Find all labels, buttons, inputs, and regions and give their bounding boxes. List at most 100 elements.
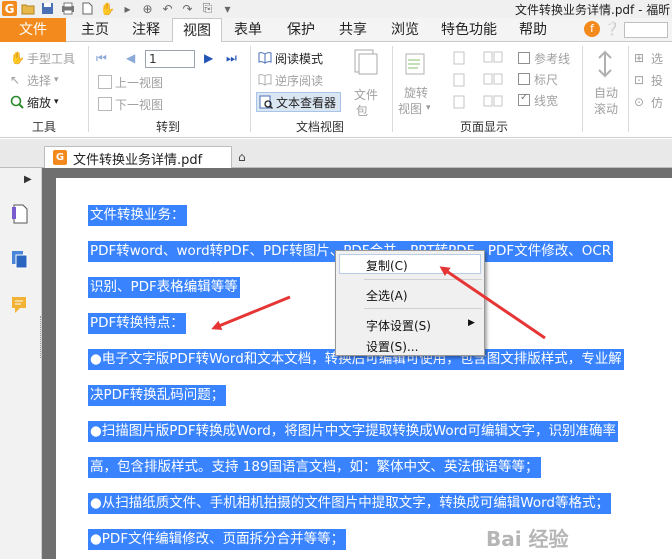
- settings-menu-item[interactable]: 设置(S)...: [366, 338, 418, 355]
- zoom-tool-label: 缩放: [27, 95, 52, 110]
- imitate-partial-label: 仿: [651, 95, 664, 110]
- rotate-label-2[interactable]: 视图: [398, 98, 422, 118]
- select-all-menu-item[interactable]: 全选(A): [366, 287, 408, 304]
- checkbox-icon: [518, 52, 530, 64]
- document-tab-label: 文件转换业务详情.pdf: [73, 153, 203, 168]
- comments-icon[interactable]: [11, 296, 29, 319]
- text-line[interactable]: PDF转换特点：: [88, 313, 186, 334]
- help-search-icon[interactable]: ❔: [604, 18, 620, 42]
- last-page-icon[interactable]: ⏭: [226, 51, 237, 66]
- select-tool-button[interactable]: ↖ 选择 ▾: [10, 70, 59, 90]
- tab-protect[interactable]: 保护: [276, 18, 326, 42]
- context-menu: 复制(C) 全选(A) 字体设置(S) ▶ 设置(S)...: [335, 250, 485, 356]
- hand-tool-button[interactable]: ✋ 手型工具: [10, 48, 75, 68]
- layers-icon[interactable]: [11, 250, 29, 273]
- tab-comment[interactable]: 注释: [122, 18, 170, 42]
- redo-icon[interactable]: ↷: [180, 1, 195, 16]
- ribbon-divider: [88, 46, 89, 132]
- new-tab-icon[interactable]: ⌂: [238, 150, 246, 164]
- zoom-icon[interactable]: ⊕: [140, 1, 155, 16]
- watermark-logo: Bai 经验: [486, 527, 569, 551]
- text-line[interactable]: 高，包含排版样式。支持 189国语言文档，如：繁体中文、英法俄语等等；: [88, 457, 541, 478]
- line-width-label: 线宽: [534, 93, 559, 108]
- imitate-partial-icon: ⊙: [634, 95, 645, 109]
- page-thumbnail-icon[interactable]: [11, 204, 29, 227]
- expand-arrow-icon[interactable]: ▶: [24, 174, 32, 185]
- rotate-view-icon[interactable]: [400, 50, 432, 78]
- document-tab-strip: G 文件转换业务详情.pdf ⌂: [0, 139, 672, 168]
- hand-tool-label: 手型工具: [27, 51, 76, 66]
- page-number-input[interactable]: 1: [145, 50, 195, 68]
- menu-separator: [364, 279, 482, 280]
- zoom-tool-button[interactable]: 缩放 ▾: [10, 92, 59, 112]
- save-icon[interactable]: [40, 1, 55, 16]
- chevron-down-icon: ▾: [54, 97, 59, 107]
- reverse-read-label: 逆序阅读: [275, 73, 324, 88]
- stamp-icon[interactable]: ⎘: [200, 1, 215, 16]
- page-layout-icons[interactable]: [448, 50, 508, 114]
- book-icon: [258, 51, 272, 65]
- context-menu-highlight: [339, 254, 481, 274]
- tab-share[interactable]: 共享: [330, 18, 376, 42]
- text-line[interactable]: ●PDF文件编辑修改、页面拆分合并等等；: [88, 529, 347, 550]
- select-partial-icon: ⊞: [634, 51, 645, 65]
- text-viewer-label: 文本查看器: [276, 95, 337, 110]
- tab-view[interactable]: 视图: [172, 18, 222, 43]
- tab-file[interactable]: 文件: [0, 18, 66, 42]
- imitate-partial-button[interactable]: ⊙ 仿: [634, 92, 663, 112]
- tab-browse[interactable]: 浏览: [382, 18, 428, 42]
- app-logo-icon: G: [2, 1, 17, 16]
- prev-page-icon[interactable]: ◀: [126, 51, 135, 65]
- select-partial-button[interactable]: ⊞ 选: [634, 48, 663, 68]
- reverse-read-button[interactable]: 逆序阅读: [258, 70, 323, 90]
- tab-home[interactable]: 主页: [70, 18, 120, 42]
- vote-partial-label: 投: [651, 73, 664, 88]
- window-title: 文件转换业务详情.pdf - 福昕: [515, 3, 671, 17]
- text-viewer-button[interactable]: 文本查看器: [256, 92, 342, 112]
- left-sidebar: ▶: [0, 168, 42, 559]
- hand-icon[interactable]: ✋: [100, 1, 115, 16]
- text-line[interactable]: ●扫描图片版PDF转换成Word，将图片中文字提取转换成Word可编辑文字，识别…: [88, 421, 618, 442]
- tab-help[interactable]: 帮助: [510, 18, 556, 42]
- search-input[interactable]: [624, 22, 668, 38]
- undo-icon[interactable]: ↶: [160, 1, 175, 16]
- tab-features[interactable]: 特色功能: [436, 18, 502, 42]
- next-page-icon[interactable]: ▶: [204, 51, 213, 65]
- text-line[interactable]: 决PDF转换乱码问题；: [88, 385, 227, 406]
- vote-partial-icon: ⊡: [634, 73, 645, 87]
- document-tab[interactable]: G 文件转换业务详情.pdf: [44, 146, 232, 168]
- line-width-checkbox[interactable]: ✓ 线宽: [518, 90, 558, 110]
- document-icon[interactable]: [80, 1, 95, 16]
- ruler-checkbox[interactable]: 标尺: [518, 69, 558, 89]
- tab-form[interactable]: 表单: [224, 18, 272, 42]
- prev-view-icon: [98, 75, 112, 89]
- cursor-icon[interactable]: ▸: [120, 1, 135, 16]
- first-page-icon[interactable]: ⏮: [96, 51, 107, 66]
- open-icon[interactable]: [20, 1, 35, 16]
- group-label-pagedisplay: 页面显示: [460, 120, 509, 134]
- user-icon[interactable]: f: [584, 21, 600, 37]
- text-line[interactable]: ●从扫描纸质文件、手机相机拍摄的文件图片中提取文字，转换成可编辑Word等格式；: [88, 493, 611, 514]
- text-line[interactable]: 识别、PDF表格编辑等等: [88, 277, 240, 298]
- read-mode-button[interactable]: 阅读模式: [258, 48, 323, 68]
- copy-menu-item[interactable]: 复制(C): [366, 257, 408, 274]
- vote-partial-button[interactable]: ⊡ 投: [634, 70, 663, 90]
- document-viewer: 文件转换业务： PDF转word、word转PDF、PDF转图片、PDF合并、P…: [42, 168, 672, 559]
- auto-scroll-icon[interactable]: [592, 50, 618, 78]
- ref-line-checkbox[interactable]: 参考线: [518, 48, 570, 68]
- file-package-label-2[interactable]: 包: [356, 100, 368, 120]
- reverse-book-icon: [258, 73, 272, 87]
- ribbon-divider: [250, 46, 251, 132]
- pdf-file-icon: G: [53, 150, 67, 165]
- prev-view-button[interactable]: 上一视图: [98, 72, 163, 92]
- text-line[interactable]: 文件转换业务：: [88, 205, 187, 226]
- group-label-docview: 文档视图: [296, 120, 345, 134]
- next-view-button[interactable]: 下一视图: [98, 94, 163, 114]
- file-package-icon[interactable]: [352, 48, 378, 76]
- auto-scroll-label-2[interactable]: 滚动: [594, 98, 618, 118]
- ruler-label: 标尺: [534, 72, 559, 87]
- print-icon[interactable]: [60, 1, 75, 16]
- dropdown-icon[interactable]: ▾: [220, 1, 235, 16]
- select-cursor-icon: ↖: [10, 73, 21, 87]
- font-settings-menu-item[interactable]: 字体设置(S): [366, 317, 431, 334]
